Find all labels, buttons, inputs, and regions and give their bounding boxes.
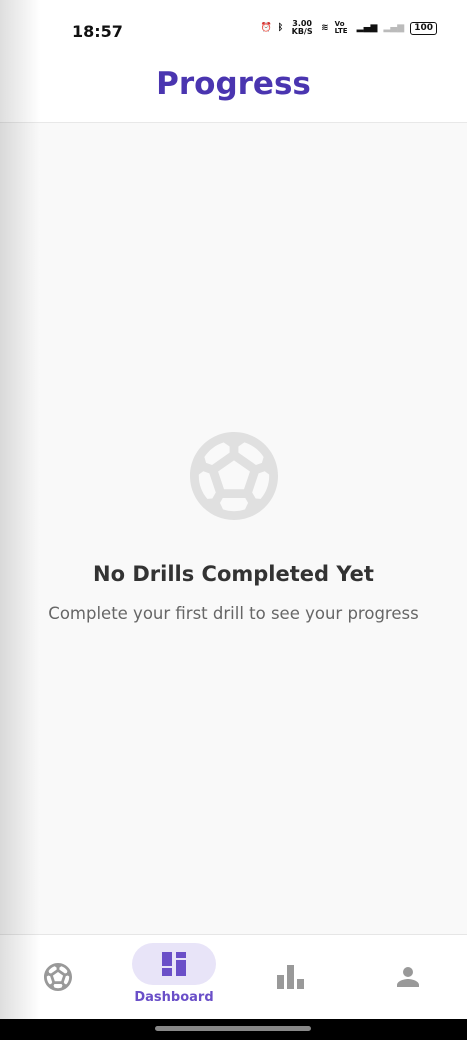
wifi-icon: ≋ — [321, 23, 329, 33]
soccer-ball-icon — [189, 432, 278, 520]
alarm-icon: ⏰ — [260, 23, 272, 33]
person-icon — [397, 967, 419, 987]
page-title: Progress — [156, 66, 311, 102]
nav-dashboard[interactable]: Dashboard — [124, 943, 224, 1005]
bar-chart-icon — [277, 965, 304, 989]
nav-label: Dashboard — [134, 990, 214, 1005]
app-header: 18:57 ⏰ ᛒ 3.00 KB/S ≋ Vo LTE ▂▄▆ ▂▄▆ 100… — [0, 0, 467, 123]
status-time: 18:57 — [72, 22, 123, 41]
dashboard-icon — [162, 952, 186, 976]
home-indicator[interactable] — [155, 1026, 311, 1031]
soccer-ball-icon — [44, 963, 72, 991]
active-pill — [132, 943, 216, 985]
nav-drills[interactable] — [8, 963, 108, 995]
net-speed: 3.00 KB/S — [291, 19, 313, 36]
empty-title: No Drills Completed Yet — [93, 562, 374, 586]
nav-profile[interactable] — [358, 965, 458, 993]
empty-state: No Drills Completed Yet Complete your fi… — [0, 432, 467, 623]
signal-2-icon: ▂▄▆ — [383, 23, 405, 33]
system-nav-bar — [0, 1019, 467, 1040]
volte-label: Vo LTE — [334, 20, 348, 35]
signal-icon: ▂▄▆ — [356, 23, 378, 33]
battery-icon: 100 — [410, 21, 437, 35]
empty-message: Complete your first drill to see your pr… — [48, 604, 419, 623]
status-icons: ⏰ ᛒ 3.00 KB/S ≋ Vo LTE ▂▄▆ ▂▄▆ 100 — [260, 19, 437, 36]
bottom-nav: Dashboard — [0, 934, 467, 1019]
bluetooth-icon: ᛒ — [277, 23, 284, 33]
nav-stats[interactable] — [241, 965, 341, 993]
